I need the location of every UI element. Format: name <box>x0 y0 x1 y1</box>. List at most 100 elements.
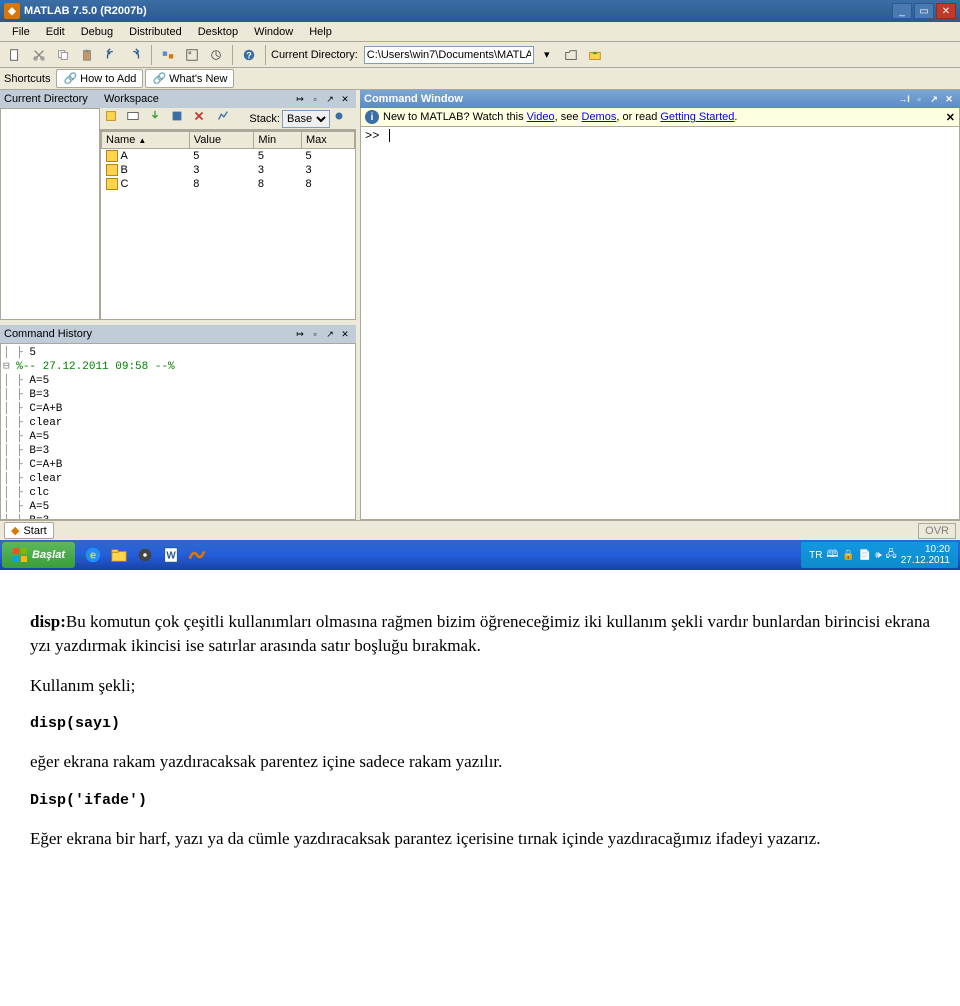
panel-min-button[interactable]: ▫ <box>308 327 322 341</box>
menu-help[interactable]: Help <box>301 24 340 40</box>
cut-button[interactable] <box>28 44 50 66</box>
tray-icon[interactable]: 🔒 <box>842 550 854 561</box>
table-row[interactable]: B333 <box>102 163 355 177</box>
browse-folder-button[interactable] <box>560 44 582 66</box>
history-line[interactable]: │ ├ A=5 <box>3 374 353 388</box>
matlab-taskbar-icon[interactable] <box>185 543 209 567</box>
history-line[interactable]: │ ├ 5 <box>3 346 353 360</box>
col-max[interactable]: Max <box>301 132 354 149</box>
infobar-close-button[interactable]: ✕ <box>946 111 955 124</box>
menu-window[interactable]: Window <box>246 24 301 40</box>
history-line[interactable]: │ ├ clc <box>3 486 353 500</box>
panel-close-button[interactable]: ✕ <box>942 92 956 106</box>
audio-icon[interactable] <box>133 543 157 567</box>
explorer-icon[interactable] <box>107 543 131 567</box>
redo-button[interactable] <box>124 44 146 66</box>
history-line[interactable]: │ ├ A=5 <box>3 430 353 444</box>
stack-select[interactable]: Base <box>282 110 330 128</box>
clock[interactable]: 10:20 27.12.2011 <box>901 544 950 566</box>
save-ws-button[interactable] <box>170 109 190 129</box>
tray-icon[interactable]: 📄 <box>859 550 871 561</box>
panel-undock-button[interactable]: ↗ <box>323 327 337 341</box>
up-folder-button[interactable] <box>584 44 606 66</box>
open-var-button[interactable] <box>126 109 146 129</box>
toolbar-separator <box>232 45 233 65</box>
shortcutbar: Shortcuts 🔗How to Add 🔗What's New <box>0 68 960 90</box>
history-line[interactable]: │ ├ A=5 <box>3 500 353 514</box>
workspace-title[interactable]: Workspace ↦ ▫ ↗ ✕ <box>100 90 356 108</box>
video-link[interactable]: Video <box>527 111 555 123</box>
curdir-body <box>0 108 100 320</box>
copy-button[interactable] <box>52 44 74 66</box>
toggle-display-button[interactable] <box>332 109 352 129</box>
undo-button[interactable] <box>100 44 122 66</box>
menu-edit[interactable]: Edit <box>38 24 73 40</box>
shortcut-howtoadd[interactable]: 🔗How to Add <box>56 69 143 88</box>
restore-button[interactable]: ▭ <box>914 3 934 19</box>
panel-undock-button[interactable]: ↗ <box>927 92 941 106</box>
new-file-button[interactable] <box>4 44 26 66</box>
menu-debug[interactable]: Debug <box>73 24 121 40</box>
demos-link[interactable]: Demos <box>582 111 617 123</box>
network-icon[interactable]: 🖧 <box>886 547 897 564</box>
history-line[interactable]: │ ├ C=A+B <box>3 458 353 472</box>
minimize-button[interactable]: _ <box>892 3 912 19</box>
paste-button[interactable] <box>76 44 98 66</box>
word-icon[interactable]: W <box>159 543 183 567</box>
history-line[interactable]: ⊟ %-- 27.12.2011 09:58 --% <box>3 360 353 374</box>
lang-indicator[interactable]: TR <box>809 550 822 561</box>
history-line[interactable]: │ ├ clear <box>3 416 353 430</box>
tray-icon[interactable]: 🕪 <box>875 550 881 561</box>
menu-desktop[interactable]: Desktop <box>190 24 246 40</box>
history-line[interactable]: │ ├ C=A+B <box>3 402 353 416</box>
menu-file[interactable]: File <box>4 24 38 40</box>
panel-min-button[interactable]: ▫ <box>308 92 322 106</box>
help-button[interactable]: ? <box>238 44 260 66</box>
panel-close-button[interactable]: ✕ <box>338 327 352 341</box>
windows-start-button[interactable]: Başlat <box>2 542 75 568</box>
main-area: Current Directory Workspace ↦ ▫ ↗ ✕ <box>0 90 960 520</box>
col-value[interactable]: Value <box>189 132 254 149</box>
table-row[interactable]: A555 <box>102 149 355 164</box>
gettingstarted-link[interactable]: Getting Started <box>660 111 734 123</box>
history-line[interactable]: │ ├ B=3 <box>3 444 353 458</box>
curdir-dropdown-button[interactable]: ▾ <box>536 44 558 66</box>
history-line[interactable]: │ ├ B=3 <box>3 388 353 402</box>
matlab-start-button[interactable]: ◆ Start <box>4 522 54 539</box>
guide-button[interactable] <box>181 44 203 66</box>
taskbar: Başlat e W TR 🕮 🔒 📄 🕪 🖧 10:20 27.12.2011 <box>0 540 960 570</box>
panel-nav-button[interactable]: ↦ <box>293 92 307 106</box>
history-line[interactable]: │ ├ clear <box>3 472 353 486</box>
statusbar: ◆ Start OVR <box>0 520 960 540</box>
cmdhist-title[interactable]: Command History ↦ ▫ ↗ ✕ <box>0 325 356 343</box>
ie-icon[interactable]: e <box>81 543 105 567</box>
cmdwin-title[interactable]: Command Window →I ▫ ↗ ✕ <box>360 90 960 108</box>
simulink-button[interactable] <box>157 44 179 66</box>
curdir-title[interactable]: Current Directory <box>0 90 100 108</box>
col-min[interactable]: Min <box>254 132 302 149</box>
cursor <box>389 129 390 142</box>
shortcut-whatsnew[interactable]: 🔗What's New <box>145 69 234 88</box>
col-name[interactable]: Name ▲ <box>102 132 190 149</box>
panel-nav-button[interactable]: ↦ <box>293 327 307 341</box>
panel-nav-button[interactable]: →I <box>897 92 911 106</box>
panel-min-button[interactable]: ▫ <box>912 92 926 106</box>
workspace-panel: Workspace ↦ ▫ ↗ ✕ Stack: <box>100 90 356 320</box>
import-button[interactable] <box>148 109 168 129</box>
current-directory-panel: Current Directory <box>0 90 100 320</box>
menu-distributed[interactable]: Distributed <box>121 24 190 40</box>
new-var-button[interactable] <box>104 109 124 129</box>
panel-undock-button[interactable]: ↗ <box>323 92 337 106</box>
command-history-panel: Command History ↦ ▫ ↗ ✕ │ ├ 5⊟ %-- 27.12… <box>0 325 356 520</box>
flag-icon[interactable]: 🕮 <box>827 547 839 564</box>
curdir-input[interactable] <box>364 46 534 64</box>
close-button[interactable]: ✕ <box>936 3 956 19</box>
profiler-button[interactable] <box>205 44 227 66</box>
delete-var-button[interactable] <box>192 109 212 129</box>
panel-close-button[interactable]: ✕ <box>338 92 352 106</box>
plot-button[interactable] <box>216 109 236 129</box>
cmdhist-body[interactable]: │ ├ 5⊟ %-- 27.12.2011 09:58 --%│ ├ A=5│ … <box>0 343 356 520</box>
cmdwin-body[interactable]: >> <box>360 127 960 520</box>
history-line[interactable]: │ ├ B=3 <box>3 514 353 520</box>
table-row[interactable]: C888 <box>102 177 355 191</box>
